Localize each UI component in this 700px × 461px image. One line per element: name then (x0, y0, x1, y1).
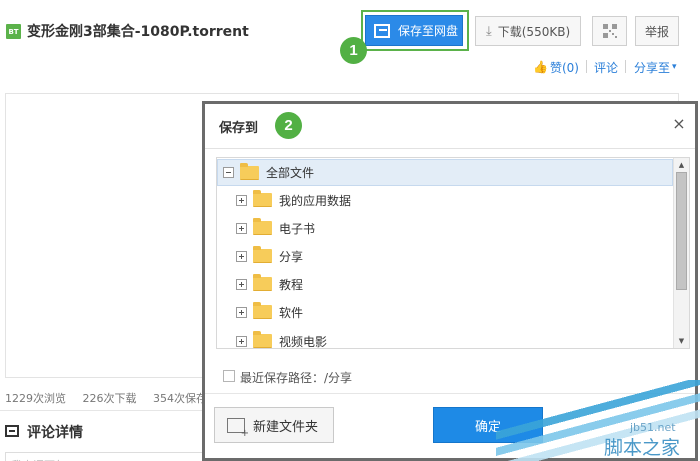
folder-icon (253, 302, 272, 319)
folder-icon (253, 246, 272, 263)
expand-toggle-icon[interactable] (236, 222, 247, 234)
qr-code-icon (602, 24, 617, 38)
save-count: 354次保存 (153, 392, 207, 405)
scroll-up-icon[interactable]: ▲ (674, 158, 689, 172)
expand-toggle-icon[interactable] (236, 306, 247, 318)
download-count: 226次下载 (82, 392, 137, 405)
expand-toggle-icon[interactable] (236, 278, 247, 290)
save-button-label: 保存至网盘 (398, 24, 459, 38)
tree-item[interactable]: 教程 (217, 271, 673, 297)
tree-item-label: 我的应用数据 (279, 193, 352, 208)
watermark-name: 脚本之家 (604, 437, 681, 459)
tree-item-label: 软件 (279, 305, 304, 320)
view-count: 1229次浏览 (5, 392, 66, 405)
comment-icon (5, 425, 19, 437)
tree-item[interactable]: 软件 (217, 299, 673, 325)
action-separator (586, 60, 587, 73)
expand-toggle-icon[interactable] (236, 250, 247, 262)
tree-item-label: 全部文件 (266, 166, 315, 180)
tree-item[interactable]: 电子书 (217, 215, 673, 241)
tree-item-label: 分享 (279, 249, 304, 264)
folder-icon (253, 274, 272, 291)
tree-item-all-files[interactable]: 全部文件 (217, 159, 673, 186)
step-1-callout: 1 (340, 37, 367, 64)
qr-code-button[interactable] (592, 16, 627, 46)
folder-icon (253, 331, 272, 348)
thumbs-up-icon: 👍 (533, 60, 548, 74)
download-button[interactable]: ⤓ 下载(550KB) (475, 16, 581, 46)
share-label: 分享至 (634, 60, 671, 75)
collapse-toggle-icon[interactable] (223, 167, 234, 178)
recent-path-checkbox[interactable] (223, 370, 235, 382)
folder-open-icon (240, 162, 259, 180)
tree-item-label: 电子书 (279, 221, 316, 236)
action-separator (625, 60, 626, 73)
recent-path-label: 最近保存路径：/分享 (240, 371, 353, 385)
bt-file-icon: BT (6, 24, 21, 39)
comment-section-title: 评论详情 (27, 425, 83, 441)
share-link[interactable]: 分享至 ▾ (634, 59, 677, 75)
tree-item[interactable]: 视频电影 (217, 328, 673, 349)
file-title: 变形金刚3部集合-1080P.torrent (27, 24, 249, 40)
tree-scrollbar[interactable]: ▲ ▼ (673, 158, 689, 348)
like-label: 赞(0) (549, 60, 579, 75)
report-button[interactable]: 举报 (635, 16, 679, 46)
tree-item[interactable]: 我的应用数据 (217, 187, 673, 213)
save-to-cloud-button[interactable]: 保存至网盘 (365, 15, 463, 46)
tree-item-label: 视频电影 (279, 334, 328, 349)
new-folder-icon (227, 417, 249, 439)
folder-tree[interactable]: 全部文件 我的应用数据 电子书 分享 教程 软件 视频电影 ▲ ▼ (216, 157, 690, 349)
step-2-callout: 2 (275, 112, 302, 139)
dialog-title: 保存到 (219, 121, 259, 136)
scroll-down-icon[interactable]: ▼ (674, 334, 689, 348)
download-button-label: 下载(550KB) (497, 24, 571, 39)
save-icon (374, 23, 390, 38)
expand-toggle-icon[interactable] (236, 194, 247, 206)
close-icon[interactable]: × (672, 116, 686, 132)
file-stats: 1229次浏览 226次下载 354次保存 (5, 390, 220, 406)
like-link[interactable]: 👍 赞(0) (533, 59, 579, 75)
folder-icon (253, 190, 272, 207)
comment-link[interactable]: 评论 (594, 59, 618, 75)
folder-icon (253, 218, 272, 235)
dialog-header-divider (205, 148, 695, 149)
comment-input[interactable]: 我来评两句 (5, 452, 205, 461)
tree-item[interactable]: 分享 (217, 243, 673, 269)
tree-item-label: 教程 (279, 277, 304, 292)
expand-toggle-icon[interactable] (236, 335, 247, 347)
chevron-down-icon: ▾ (672, 62, 677, 72)
new-folder-label: 新建文件夹 (253, 419, 319, 435)
scrollbar-thumb[interactable] (676, 172, 687, 290)
new-folder-button[interactable]: 新建文件夹 (214, 407, 334, 443)
download-icon: ⤓ (486, 23, 492, 39)
